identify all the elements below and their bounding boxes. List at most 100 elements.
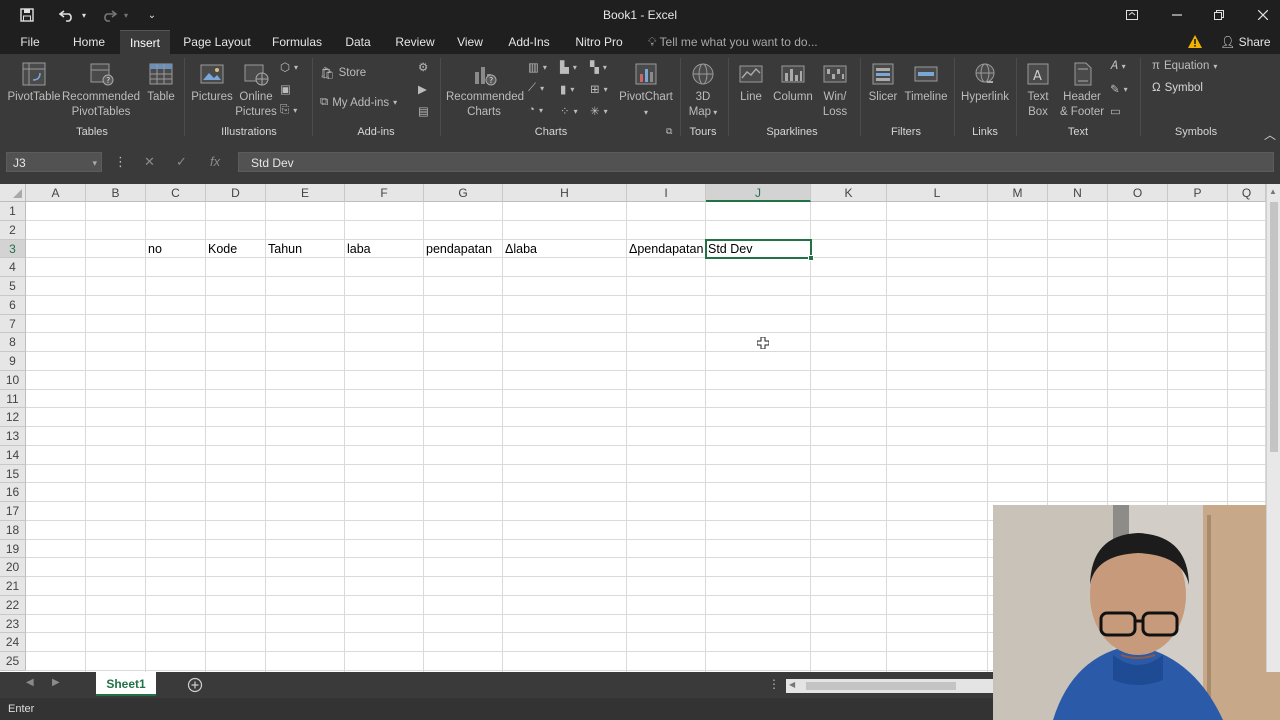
column-header-L[interactable]: L bbox=[887, 184, 988, 202]
row-header-20[interactable]: 20 bbox=[0, 558, 26, 577]
close-icon[interactable] bbox=[1248, 4, 1278, 26]
hyperlink-button[interactable]: Hyperlink bbox=[958, 60, 1012, 105]
shapes-button[interactable]: ⬡ ▾ bbox=[280, 60, 298, 74]
equation-button[interactable]: π Equation ▾ bbox=[1152, 60, 1217, 72]
row-header-6[interactable]: 6 bbox=[0, 295, 26, 315]
tab-review[interactable]: Review bbox=[390, 30, 440, 54]
row-header-9[interactable]: 9 bbox=[0, 352, 26, 371]
row-header-4[interactable]: 4 bbox=[0, 258, 26, 277]
pivotchart-button[interactable]: PivotChart ▾ bbox=[618, 60, 674, 120]
tab-add-ins[interactable]: Add-Ins bbox=[500, 30, 558, 54]
row-header-8[interactable]: 8 bbox=[0, 333, 26, 352]
column-header-P[interactable]: P bbox=[1168, 184, 1228, 202]
scatter-chart-button[interactable]: ⁘ ▾ bbox=[560, 104, 578, 118]
row-header-14[interactable]: 14 bbox=[0, 445, 26, 465]
row-header-7[interactable]: 7 bbox=[0, 314, 26, 334]
column-header-Q[interactable]: Q bbox=[1228, 184, 1266, 202]
recommended-pivottables-button[interactable]: ? Recommended PivotTables bbox=[62, 60, 140, 120]
people-graph-button[interactable]: ⚙︎ bbox=[418, 60, 428, 74]
pivottable-button[interactable]: PivotTable bbox=[6, 60, 62, 105]
pictures-button[interactable]: Pictures bbox=[190, 60, 234, 105]
timeline-button[interactable]: Timeline bbox=[902, 60, 950, 105]
text-box-button[interactable]: A Text Box bbox=[1020, 60, 1056, 120]
screenshot-button[interactable]: ⎘ ▾ bbox=[280, 104, 297, 117]
cell-D3[interactable]: Kode bbox=[206, 240, 237, 259]
waterfall-chart-button[interactable]: ▚ ▾ bbox=[590, 60, 607, 74]
row-header-18[interactable]: 18 bbox=[0, 520, 26, 540]
sheet-tab-sheet1[interactable]: Sheet1 bbox=[96, 672, 156, 696]
row-header-3[interactable]: 3 bbox=[0, 239, 26, 259]
new-sheet-icon[interactable] bbox=[187, 677, 203, 693]
row-header-10[interactable]: 10 bbox=[0, 370, 26, 390]
tab-home[interactable]: Home bbox=[64, 30, 114, 54]
radar-chart-button[interactable]: ✳︎ ▾ bbox=[590, 104, 608, 118]
restore-icon[interactable] bbox=[1204, 4, 1234, 26]
tab-nitro-pro[interactable]: Nitro Pro bbox=[568, 30, 630, 54]
wordart-button[interactable]: 𝐴 ▾ bbox=[1110, 60, 1126, 73]
cell-H3[interactable]: Δlaba bbox=[503, 240, 537, 259]
column-header-D[interactable]: D bbox=[206, 184, 266, 202]
combo-chart-button[interactable]: ⊞ ▾ bbox=[590, 82, 608, 96]
row-header-23[interactable]: 23 bbox=[0, 614, 26, 634]
insert-function-icon[interactable]: fx bbox=[210, 152, 220, 172]
sparkline-line-button[interactable]: Line bbox=[734, 60, 768, 105]
formula-bar-options-icon[interactable]: ⋮ bbox=[114, 152, 127, 172]
column-chart-button[interactable]: ▥ ▾ bbox=[528, 60, 547, 74]
name-box-dropdown-icon[interactable]: ▾ bbox=[92, 153, 97, 173]
row-header-2[interactable]: 2 bbox=[0, 220, 26, 240]
signature-line-button[interactable]: ✎ ▾ bbox=[1110, 82, 1128, 96]
horizontal-scroll-thumb[interactable] bbox=[806, 682, 956, 690]
hierarchy-chart-button[interactable]: ▙ ▾ bbox=[560, 60, 577, 74]
tab-formulas[interactable]: Formulas bbox=[266, 30, 328, 54]
warning-icon[interactable] bbox=[1187, 34, 1203, 50]
tab-insert[interactable]: Insert bbox=[120, 30, 170, 54]
row-header-21[interactable]: 21 bbox=[0, 577, 26, 596]
horizontal-scrollbar[interactable]: ◀ bbox=[786, 679, 996, 693]
row-header-22[interactable]: 22 bbox=[0, 595, 26, 615]
name-box[interactable]: J3 ▾ bbox=[6, 152, 102, 172]
tab-file[interactable]: File bbox=[12, 30, 48, 54]
row-header-16[interactable]: 16 bbox=[0, 483, 26, 502]
fill-handle[interactable] bbox=[808, 255, 814, 262]
charts-dialog-launcher-icon[interactable]: ⧉ bbox=[666, 126, 672, 137]
bing-maps-button[interactable]: ▶︎ bbox=[418, 82, 427, 96]
cell-G3[interactable]: pendapatan bbox=[424, 240, 492, 259]
cancel-entry-icon[interactable]: ✕ bbox=[144, 152, 155, 172]
minimize-icon[interactable] bbox=[1162, 4, 1192, 26]
online-pictures-button[interactable]: Online Pictures bbox=[234, 60, 278, 120]
row-header-24[interactable]: 24 bbox=[0, 633, 26, 652]
pie-chart-button[interactable]: ◔ ▾ bbox=[528, 104, 543, 116]
statistic-chart-button[interactable]: ▮ ▾ bbox=[560, 82, 574, 96]
addin-app-button[interactable]: ▤ bbox=[418, 104, 429, 118]
scroll-left-icon[interactable]: ◀ bbox=[789, 680, 795, 689]
formula-input[interactable]: Std Dev bbox=[238, 152, 1274, 172]
column-header-N[interactable]: N bbox=[1048, 184, 1108, 202]
column-header-G[interactable]: G bbox=[424, 184, 503, 202]
column-header-E[interactable]: E bbox=[266, 184, 345, 202]
header-footer-button[interactable]: Header & Footer bbox=[1056, 60, 1108, 120]
column-header-A[interactable]: A bbox=[26, 184, 86, 202]
sheet-next-icon[interactable]: ▶ bbox=[52, 677, 60, 688]
select-all-button[interactable] bbox=[0, 184, 26, 202]
cell-E3[interactable]: Tahun bbox=[266, 240, 302, 259]
tell-me-search[interactable]: 💡︎ Tell me what you want to do... bbox=[648, 30, 818, 54]
column-header-O[interactable]: O bbox=[1108, 184, 1168, 202]
row-header-19[interactable]: 19 bbox=[0, 539, 26, 559]
vertical-scrollbar[interactable]: ▲ bbox=[1266, 184, 1280, 672]
row-header-15[interactable]: 15 bbox=[0, 464, 26, 484]
column-header-K[interactable]: K bbox=[811, 184, 887, 202]
table-button[interactable]: Table bbox=[142, 60, 180, 105]
store-button[interactable]: 🛍︎ Store bbox=[320, 66, 366, 80]
share-button[interactable]: 👤︎ Share bbox=[1220, 30, 1271, 54]
row-header-1[interactable]: 1 bbox=[0, 202, 26, 221]
object-button[interactable]: ▭ bbox=[1110, 104, 1121, 118]
sheet-prev-icon[interactable]: ◀ bbox=[26, 677, 34, 688]
row-header-17[interactable]: 17 bbox=[0, 502, 26, 521]
column-header-H[interactable]: H bbox=[503, 184, 627, 202]
tab-view[interactable]: View bbox=[450, 30, 490, 54]
slicer-button[interactable]: Slicer bbox=[864, 60, 902, 105]
column-header-J[interactable]: J bbox=[706, 184, 811, 202]
line-chart-button[interactable]: ⟋ ▾ bbox=[528, 82, 544, 95]
symbol-button[interactable]: Ω Symbol bbox=[1152, 82, 1203, 94]
row-header-13[interactable]: 13 bbox=[0, 427, 26, 446]
